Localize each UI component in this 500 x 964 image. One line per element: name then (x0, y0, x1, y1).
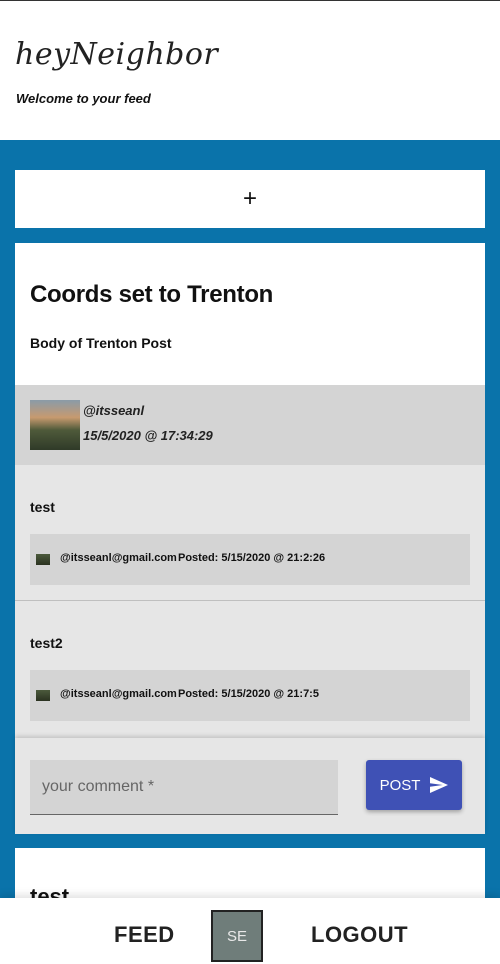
comment-meta: @itsseanl@gmail.com Posted: 5/15/2020 @ … (30, 534, 470, 585)
comment-input[interactable] (30, 760, 338, 815)
user-avatar-button[interactable]: SE (211, 910, 263, 962)
post-date: 15/5/2020 @ 17:34:29 (83, 428, 213, 443)
comment-list: test @itsseanl@gmail.com Posted: 5/15/20… (15, 465, 485, 738)
comment-text: test (30, 499, 55, 515)
commenter-email: @itsseanl@gmail.com (60, 552, 177, 564)
commenter-avatar (36, 690, 50, 701)
author-avatar (30, 400, 80, 450)
nav-logout-link[interactable]: LOGOUT (311, 922, 408, 948)
comment-meta: @itsseanl@gmail.com Posted: 5/15/2020 @ … (30, 670, 470, 721)
commenter-avatar (36, 554, 50, 565)
bottom-nav: FEED SE LOGOUT (0, 898, 500, 964)
commenter-email: @itsseanl@gmail.com (60, 688, 177, 700)
avatar-initials: SE (226, 927, 247, 945)
comment-text: test2 (30, 635, 63, 651)
plus-icon: + (242, 185, 257, 212)
post-body: Body of Trenton Post (30, 335, 172, 351)
send-icon (430, 777, 449, 793)
comment-timestamp: Posted: 5/15/2020 @ 21:7:5 (178, 688, 319, 700)
nav-feed-link[interactable]: FEED (114, 922, 175, 948)
post-button-label: POST (379, 776, 421, 794)
post-comment-button[interactable]: POST (366, 760, 462, 810)
post-card: Coords set to Trenton Body of Trenton Po… (15, 243, 485, 738)
brand-logo: heyNeighbor (15, 37, 219, 72)
comment-divider (15, 600, 485, 601)
comment-timestamp: Posted: 5/15/2020 @ 21:2:26 (178, 552, 326, 564)
author-handle[interactable]: @itsseanl (83, 403, 144, 418)
app-header: heyNeighbor Welcome to your feed (0, 1, 500, 140)
comment-form: POST (15, 738, 485, 834)
page-subtitle: Welcome to your feed (16, 91, 151, 106)
add-post-button[interactable]: + (15, 170, 485, 228)
post-title: Coords set to Trenton (30, 281, 274, 308)
post-author-bar: @itsseanl 15/5/2020 @ 17:34:29 (15, 385, 485, 465)
